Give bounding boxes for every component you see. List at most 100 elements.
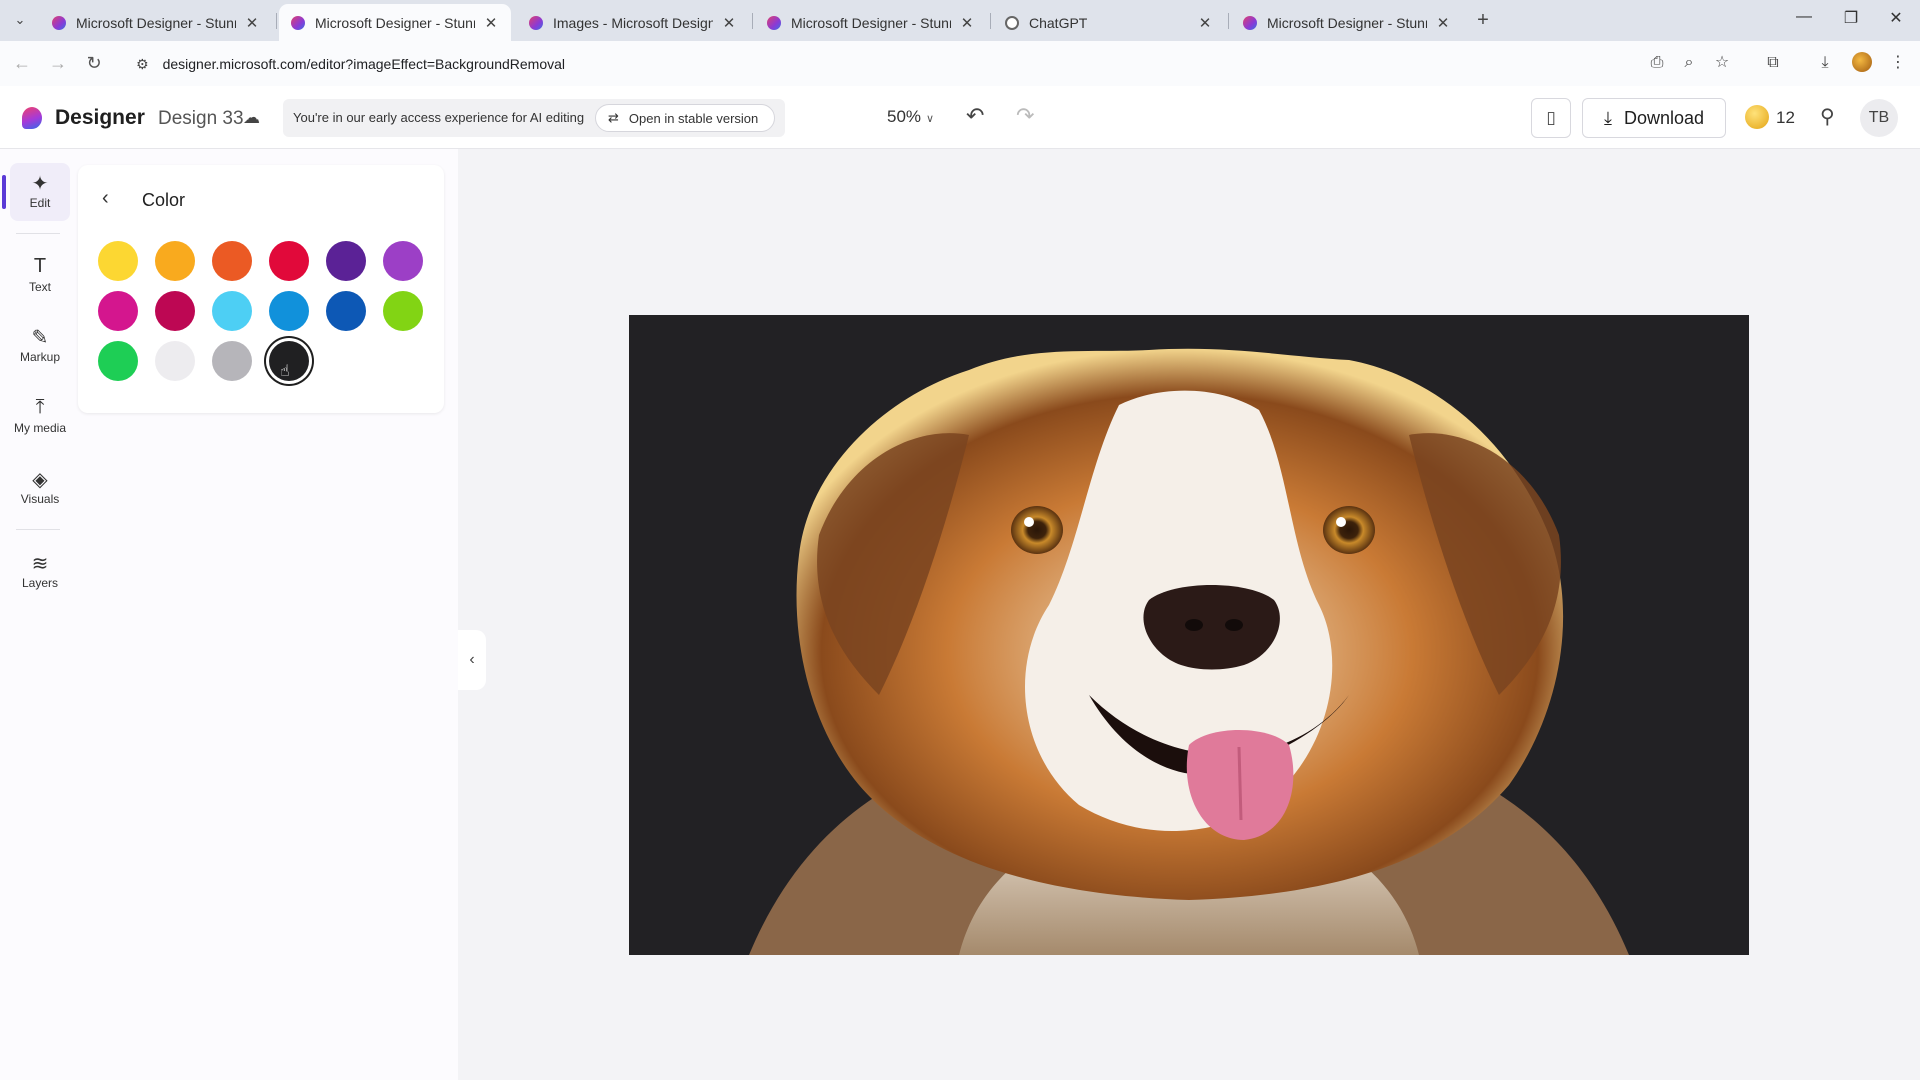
color-swatch[interactable]	[326, 241, 366, 281]
pen-icon: ✎	[31, 327, 49, 349]
back-chevron-icon[interactable]: ‹	[102, 187, 109, 210]
rail-divider	[16, 529, 60, 530]
browser-tab[interactable]: Images - Microsoft Designer ✕	[517, 4, 749, 41]
browser-profile-avatar[interactable]	[1852, 52, 1872, 72]
color-swatch[interactable]	[98, 341, 138, 381]
rail-item-text[interactable]: T Text	[10, 247, 70, 305]
color-swatch[interactable]	[155, 241, 195, 281]
tab-close-icon[interactable]: ✕	[483, 14, 499, 32]
tab-close-icon[interactable]: ✕	[721, 14, 737, 32]
switch-version-icon: ⇄	[608, 110, 619, 125]
rail-item-edit[interactable]: ✦ Edit	[2, 163, 70, 221]
share-icon[interactable]: ⚲	[1820, 104, 1835, 129]
url-text: designer.microsoft.com/editor?imageEffec…	[162, 56, 566, 72]
tab-close-icon[interactable]: ✕	[244, 14, 260, 32]
browser-tab-strip: ⌄ Microsoft Designer - Stunning ✕ Micros…	[0, 0, 1920, 41]
user-avatar[interactable]: TB	[1860, 99, 1898, 137]
tab-title: Microsoft Designer - Stunning	[315, 14, 475, 31]
color-picker-card: ‹ Color ☝	[78, 165, 444, 413]
download-label: Download	[1623, 107, 1705, 128]
rail-item-label: Text	[28, 280, 51, 294]
tab-close-icon[interactable]: ✕	[1197, 14, 1213, 32]
collapse-panel-chevron-icon[interactable]: ‹	[458, 630, 486, 690]
bookmark-star-icon[interactable]: ☆	[1710, 51, 1734, 75]
designer-favicon-icon	[767, 15, 781, 30]
restore-icon[interactable]: ❐	[1839, 8, 1863, 28]
color-swatch[interactable]	[98, 241, 138, 281]
rail-item-label: Edit	[29, 196, 51, 210]
rail-item-layers[interactable]: ≋ Layers	[10, 543, 70, 601]
url-field[interactable]: ⚙ designer.microsoft.com/editor?imageEff…	[124, 48, 1404, 80]
install-app-icon[interactable]: ⎙	[1645, 51, 1669, 75]
download-icon: ⤓	[1603, 107, 1612, 128]
minimize-icon[interactable]: —	[1792, 8, 1816, 26]
sparkle-icon: ✦	[31, 173, 49, 195]
color-swatch[interactable]	[269, 291, 309, 331]
boost-coin-icon[interactable]	[1745, 105, 1769, 129]
early-access-banner: You're in our early access experience fo…	[283, 99, 785, 137]
boost-count: 12	[1776, 108, 1795, 127]
forward-arrow-icon[interactable]: →	[46, 51, 70, 75]
undo-icon[interactable]: ↶	[966, 103, 984, 129]
zoom-dropdown[interactable]: 50% ∨	[887, 107, 934, 127]
design-name[interactable]: Design 33	[158, 108, 244, 130]
tab-title: Microsoft Designer - Stunning	[791, 14, 951, 31]
rail-item-my-media[interactable]: ⤒ My media	[10, 388, 70, 446]
tab-close-icon[interactable]: ✕	[1435, 14, 1451, 32]
color-swatch[interactable]	[212, 241, 252, 281]
rail-item-markup[interactable]: ✎ Markup	[10, 317, 70, 375]
back-arrow-icon[interactable]: ←	[10, 51, 34, 75]
new-tab-plus-icon[interactable]: +	[1472, 9, 1494, 32]
color-swatch[interactable]	[155, 341, 195, 381]
chevron-down-icon: ∨	[926, 113, 935, 125]
color-swatch[interactable]	[155, 291, 195, 331]
color-swatch[interactable]	[212, 341, 252, 381]
tab-title: Microsoft Designer - Stunning	[76, 14, 236, 31]
extensions-icon[interactable]: ⧉	[1761, 51, 1785, 75]
browser-tab[interactable]: Microsoft Designer - Stunning ✕	[1231, 4, 1463, 41]
browser-tab[interactable]: Microsoft Designer - Stunning ✕	[40, 4, 272, 41]
redo-icon[interactable]: ↷	[1016, 103, 1034, 129]
downloads-icon[interactable]: ⤓	[1813, 51, 1837, 75]
open-stable-version-button[interactable]: ⇄ Open in stable version	[595, 104, 775, 132]
tab-title: Images - Microsoft Designer	[553, 14, 713, 31]
reload-icon[interactable]: ↻	[82, 51, 106, 75]
brand-name: Designer	[55, 106, 145, 129]
mobile-preview-button[interactable]: ▯	[1531, 98, 1571, 138]
designer-favicon-icon	[52, 15, 66, 30]
chatgpt-favicon-icon	[1005, 15, 1019, 30]
early-access-text: You're in our early access experience fo…	[293, 110, 585, 125]
layers-icon: ≋	[31, 553, 49, 575]
dog-image[interactable]	[629, 315, 1749, 955]
color-swatch[interactable]	[269, 241, 309, 281]
designer-favicon-icon	[291, 15, 305, 30]
phone-icon: ▯	[1546, 108, 1556, 127]
app-header: Designer Design 33 ☁ You're in our early…	[0, 86, 1920, 149]
site-settings-icon[interactable]: ⚙	[136, 56, 149, 73]
cloud-saved-icon: ☁	[243, 108, 260, 127]
window-close-icon[interactable]: ✕	[1884, 8, 1908, 28]
browser-tab[interactable]: Microsoft Designer - Stunning ✕	[755, 4, 987, 41]
tab-search-chevron-icon[interactable]: ⌄	[10, 10, 30, 30]
zoom-magnifier-icon[interactable]: ⌕	[1677, 51, 1701, 75]
download-button[interactable]: ⤓ Download	[1582, 98, 1726, 138]
left-tool-rail: ✦ Edit T Text ✎ Markup ⤒ My media ◈ Visu…	[0, 149, 78, 1080]
upload-icon: ⤒	[35, 396, 45, 418]
browser-menu-icon[interactable]: ⋮	[1886, 51, 1910, 75]
tab-divider	[990, 13, 991, 29]
shapes-icon: ◈	[32, 469, 48, 491]
rail-item-label: My media	[13, 421, 66, 435]
color-swatch[interactable]	[212, 291, 252, 331]
color-swatch[interactable]	[98, 291, 138, 331]
browser-tab-active[interactable]: Microsoft Designer - Stunning ✕	[279, 4, 511, 41]
tab-close-icon[interactable]: ✕	[959, 14, 975, 32]
color-swatch[interactable]	[383, 241, 423, 281]
design-canvas: ‹	[458, 149, 1920, 1080]
color-swatch[interactable]	[326, 291, 366, 331]
rail-item-visuals[interactable]: ◈ Visuals	[10, 459, 70, 517]
dog-illustration	[749, 348, 1629, 955]
designer-favicon-icon	[1243, 15, 1257, 30]
color-swatch[interactable]	[383, 291, 423, 331]
tab-title: ChatGPT	[1029, 14, 1088, 31]
browser-tab[interactable]: ChatGPT ✕	[993, 4, 1225, 41]
